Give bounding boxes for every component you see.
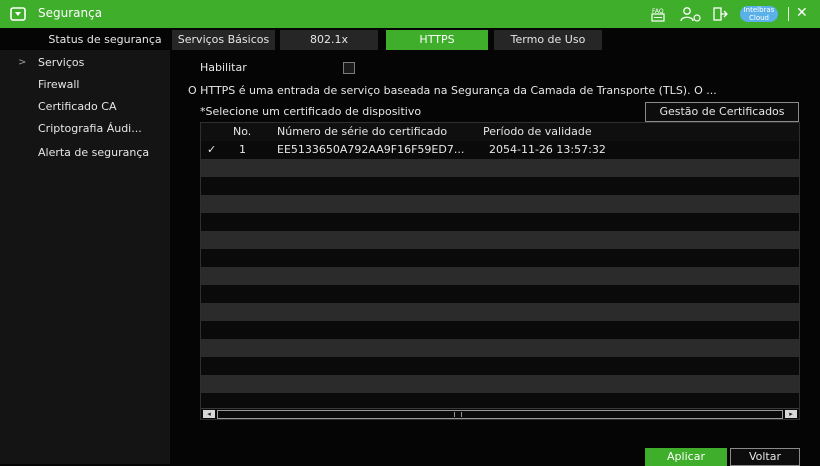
- table-row: [201, 267, 799, 285]
- grip-icon: [454, 412, 462, 417]
- table-row[interactable]: ✓ 1 EE5133650A792AA9F16F59ED7... 2054-11…: [201, 141, 799, 159]
- table-row: [201, 159, 799, 177]
- back-button[interactable]: Voltar: [730, 448, 800, 466]
- sidebar-item-label: Certificado CA: [38, 100, 117, 113]
- tab-https[interactable]: HTTPS: [386, 30, 488, 50]
- table-row: [201, 303, 799, 321]
- horizontal-scrollbar[interactable]: ◂ ▸: [201, 408, 799, 419]
- column-header-validity: Período de validade: [483, 125, 592, 138]
- https-description: O HTTPS é uma entrada de serviço baseada…: [188, 84, 717, 97]
- scrollbar-thumb[interactable]: [217, 410, 783, 419]
- sidebar-item-criptografia-audio[interactable]: Criptografia Áudi...: [0, 118, 170, 140]
- cell-validity: 2054-11-26 13:57:32: [489, 143, 606, 156]
- table-row: [201, 285, 799, 303]
- sidebar-item-label: Serviços: [38, 56, 85, 69]
- tab-status-seguranca[interactable]: Status de segurança: [38, 30, 172, 50]
- table-row: [201, 339, 799, 357]
- select-certificate-label: *Selecione um certificado de dispositivo: [200, 105, 422, 118]
- cell-no: 1: [239, 143, 246, 156]
- table-row: [201, 213, 799, 231]
- cloud-badge-icon[interactable]: Intelbras Cloud: [740, 6, 778, 22]
- table-row: [201, 249, 799, 267]
- table-row: [201, 321, 799, 339]
- table-row: [201, 375, 799, 393]
- enable-label: Habilitar: [200, 61, 247, 74]
- enable-checkbox[interactable]: [343, 62, 355, 74]
- table-row: [201, 357, 799, 375]
- close-icon[interactable]: ✕: [796, 5, 808, 21]
- manage-certificates-button[interactable]: Gestão de Certificados: [645, 102, 799, 122]
- scroll-right-icon[interactable]: ▸: [785, 410, 797, 418]
- sidebar-item-servicos[interactable]: > Serviços: [0, 52, 170, 74]
- table-header: No. Número de série do certificado Perío…: [201, 123, 799, 141]
- column-header-no: No.: [233, 125, 252, 138]
- column-header-serial: Número de série do certificado: [277, 125, 448, 138]
- table-row: [201, 195, 799, 213]
- cell-serial: EE5133650A792AA9F16F59ED7...: [277, 143, 465, 156]
- chevron-right-icon: >: [18, 57, 27, 68]
- divider: [788, 7, 789, 21]
- sidebar-item-alerta-seguranca[interactable]: Alerta de segurança: [0, 142, 170, 164]
- tab-termo-de-uso[interactable]: Termo de Uso: [494, 30, 602, 50]
- sidebar: > Serviços Firewall Certificado CA Cript…: [0, 50, 170, 464]
- sidebar-item-label: Firewall: [38, 78, 80, 91]
- window-title: Segurança: [38, 6, 103, 20]
- scroll-left-icon[interactable]: ◂: [203, 410, 215, 418]
- sidebar-item-label: Alerta de segurança: [38, 146, 150, 159]
- certificate-table: No. Número de série do certificado Perío…: [200, 122, 800, 420]
- logout-icon[interactable]: [712, 6, 728, 22]
- sidebar-item-label: Criptografia Áudi...: [38, 122, 142, 135]
- sidebar-item-certificado-ca[interactable]: Certificado CA: [0, 96, 170, 118]
- table-row: [201, 177, 799, 195]
- user-settings-icon[interactable]: [680, 6, 702, 22]
- title-bar: Segurança FAQ Intelbras Cloud ✕: [0, 0, 820, 28]
- tab-servicos-basicos[interactable]: Serviços Básicos: [172, 30, 275, 50]
- shield-icon: [10, 7, 26, 21]
- apply-button[interactable]: Aplicar: [645, 448, 727, 466]
- sidebar-item-firewall[interactable]: Firewall: [0, 74, 170, 96]
- table-row: [201, 231, 799, 249]
- tab-8021x[interactable]: 802.1x: [280, 30, 378, 50]
- row-checkbox-check-icon[interactable]: ✓: [207, 143, 216, 156]
- faq-icon[interactable]: FAQ: [650, 6, 668, 22]
